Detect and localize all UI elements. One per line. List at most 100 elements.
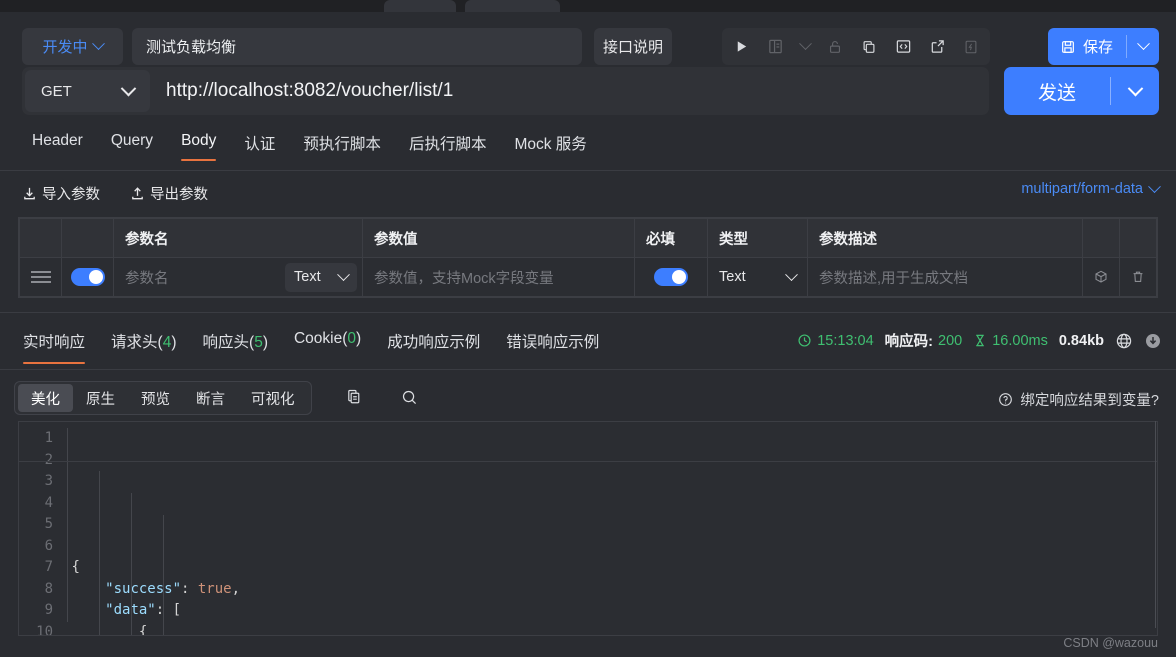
param-name-type-select[interactable]: Text <box>285 262 357 292</box>
api-description-button[interactable]: 接口说明 <box>594 28 672 65</box>
editor-first-line-rule <box>18 461 1158 462</box>
doc-caret-down-icon[interactable] <box>792 30 818 63</box>
trash-icon[interactable] <box>1120 269 1156 285</box>
url-input[interactable] <box>150 80 989 102</box>
param-name-type-label: Text <box>294 269 321 285</box>
row-type-cell[interactable]: Text <box>707 257 808 297</box>
lock-icon[interactable] <box>818 30 852 63</box>
globe-icon[interactable] <box>1115 332 1133 350</box>
save-label: 保存 <box>1082 39 1113 56</box>
send-button[interactable]: 发送 <box>1004 67 1159 115</box>
code-icon[interactable] <box>886 30 920 63</box>
format-tab-4[interactable]: 断言 <box>183 384 238 412</box>
row-delete-cell[interactable] <box>1119 257 1157 297</box>
response-tab-label: 错误响应示例 <box>506 334 600 351</box>
param-name-placeholder: 参数名 <box>125 270 169 287</box>
request-tab-3[interactable]: Body <box>167 128 230 161</box>
import-params-button[interactable]: 导入参数 <box>22 183 100 204</box>
export-params-button[interactable]: 导出参数 <box>130 183 208 204</box>
request-tab-7[interactable]: Mock 服务 <box>500 128 600 165</box>
api-status-select[interactable]: 开发中 <box>22 28 123 65</box>
copy-response-icon[interactable] <box>345 388 364 412</box>
save-button[interactable]: 保存 <box>1047 28 1159 65</box>
format-tab-5[interactable]: 可视化 <box>238 384 308 412</box>
editor-line-numbers: 1 2 3 4 5 6 7 8 9 10 <box>19 422 63 635</box>
row-name-cell[interactable]: 参数名 Text <box>113 257 363 297</box>
save-caret-down-icon[interactable] <box>1127 28 1159 65</box>
send-caret-down-icon[interactable] <box>1111 80 1159 97</box>
row-enable-cell[interactable] <box>61 257 114 297</box>
line-number: 1 <box>44 430 53 446</box>
browser-tab-strip-sliver <box>0 0 1176 12</box>
response-tab-4[interactable]: Cookie(0) <box>281 327 374 360</box>
response-code-editor[interactable]: 12345678910 { "success": true, "data": [… <box>18 421 1158 636</box>
api-header-bar: 开发中 接口说明 <box>0 12 1176 65</box>
content-type-select[interactable]: multipart/form-data <box>1021 179 1161 197</box>
col-param-value: 参数值 <box>362 218 635 258</box>
share-icon[interactable] <box>920 30 954 63</box>
import-params-label: 导入参数 <box>42 187 100 203</box>
response-tab-label: 请求头 <box>111 334 158 351</box>
format-tab-2[interactable]: 原生 <box>73 384 128 412</box>
chevron-down-icon <box>337 267 350 281</box>
response-time: 15:13:04 <box>797 333 874 349</box>
request-tab-label: 预执行脚本 <box>303 136 381 153</box>
tab-stub-2[interactable] <box>465 0 560 12</box>
required-toggle[interactable] <box>654 268 688 286</box>
line-number: 9 <box>44 602 53 618</box>
table-header-row: 参数名 参数值 必填 类型 参数描述 <box>19 218 1157 258</box>
parameter-table: 参数名 参数值 必填 类型 参数描述 参数名 Text 参数值，支持Mock字段… <box>18 217 1158 298</box>
response-tab-label: Cookie <box>293 330 343 347</box>
response-tab-3[interactable]: 响应头(5) <box>190 327 281 364</box>
api-description-label: 接口说明 <box>602 39 663 56</box>
line-number: 5 <box>44 516 53 532</box>
search-icon[interactable] <box>400 388 419 412</box>
row-example-cell[interactable] <box>1082 257 1120 297</box>
editor-vertical-rule <box>1155 421 1156 628</box>
response-tab-6[interactable]: 错误响应示例 <box>493 327 612 364</box>
request-tab-1[interactable]: Header <box>18 128 97 161</box>
response-tab-label: 实时响应 <box>23 334 86 351</box>
col-drag <box>19 218 62 258</box>
row-description-cell[interactable]: 参数描述,用于生成文档 <box>807 257 1083 297</box>
request-tab-4[interactable]: 认证 <box>230 128 289 165</box>
response-tab-label: 成功响应示例 <box>387 334 481 351</box>
row-value-cell[interactable]: 参数值，支持Mock字段变量 <box>362 257 635 297</box>
bind-response-variable-link[interactable]: 绑定响应结果到变量? <box>998 389 1159 410</box>
response-tab-2[interactable]: 请求头(4) <box>98 327 189 364</box>
copy-icon[interactable] <box>852 30 886 63</box>
response-code: 响应码: 200 <box>885 330 963 351</box>
api-name-input[interactable] <box>132 28 582 65</box>
format-tab-3[interactable]: 预览 <box>128 384 183 412</box>
clock-icon <box>797 333 812 348</box>
api-status-label: 开发中 <box>42 39 88 56</box>
run-icon[interactable] <box>724 30 758 63</box>
tab-stub-1[interactable] <box>384 0 456 12</box>
http-method-select[interactable]: GET <box>25 70 150 112</box>
request-tab-6[interactable]: 后执行脚本 <box>395 128 501 165</box>
param-value-placeholder: 参数值，支持Mock字段变量 <box>374 270 554 287</box>
request-tab-label: Mock 服务 <box>514 136 587 153</box>
response-tab-label: 响应头 <box>202 334 250 351</box>
drag-handle-icon[interactable] <box>20 271 61 283</box>
box-icon[interactable] <box>1083 269 1119 285</box>
request-tab-2[interactable]: Query <box>97 128 167 161</box>
indent-guide <box>131 493 132 635</box>
format-tab-1[interactable]: 美化 <box>18 384 73 412</box>
response-tab-1[interactable]: 实时响应 <box>10 327 98 364</box>
flash-icon[interactable] <box>954 30 988 63</box>
download-icon[interactable] <box>1144 332 1162 350</box>
response-code-label: 响应码: <box>884 334 934 350</box>
export-params-label: 导出参数 <box>150 187 208 203</box>
row-required-cell[interactable] <box>634 257 708 297</box>
line-number: 3 <box>44 473 53 489</box>
response-status-bar: 15:13:04 响应码: 200 16.00ms 0.84kb <box>797 330 1162 351</box>
editor-code-content: { "success": true, "data": [ { "id": 1, … <box>63 422 1157 635</box>
request-tab-5[interactable]: 预执行脚本 <box>289 128 395 165</box>
row-drag-handle-cell[interactable] <box>19 257 62 297</box>
header-icon-toolbar <box>722 28 990 65</box>
doc-icon[interactable] <box>758 30 792 63</box>
enable-toggle[interactable] <box>70 268 105 286</box>
url-bar: GET <box>22 67 989 115</box>
response-tab-5[interactable]: 成功响应示例 <box>374 327 493 364</box>
